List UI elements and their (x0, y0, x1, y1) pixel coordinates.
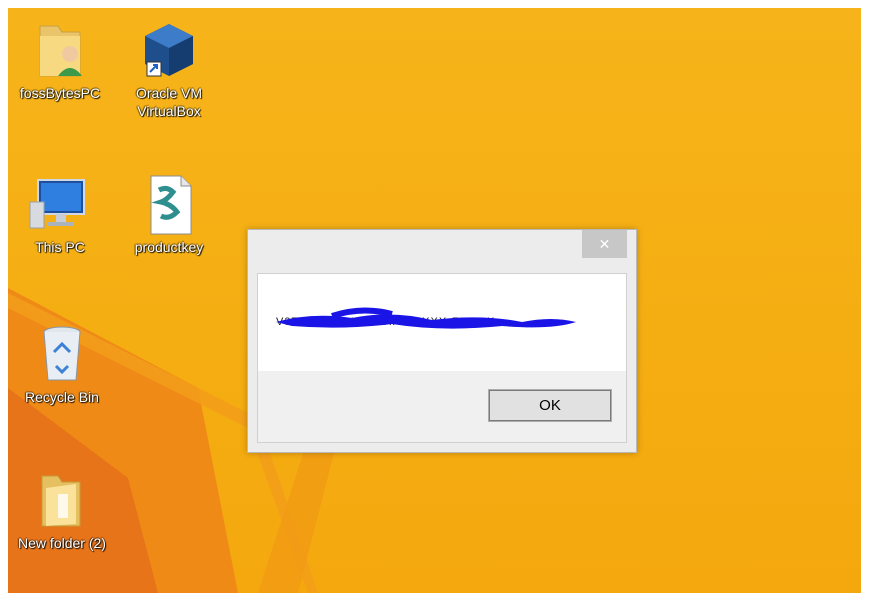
desktop-icon-label: fossBytesPC (19, 85, 101, 101)
desktop-icon-label: Recycle Bin (25, 389, 99, 405)
dialog-content: V3TH-XXXXX-XXXXX-XXXXX-FHDGK OK (257, 273, 627, 443)
folder-icon (41, 475, 81, 527)
message-area: V3TH-XXXXX-XXXXX-XXXXX-FHDGK (258, 274, 626, 371)
desktop-icon-label: productkey (134, 239, 204, 255)
desktop-icon-label: Oracle VM VirtualBox (135, 85, 203, 119)
desktop-icon-fossbytespc[interactable]: fossBytesPC (12, 18, 108, 102)
virtualbox-icon (145, 24, 193, 77)
desktop: fossBytesPC Oracle VM VirtualBox This PC (8, 8, 861, 593)
ok-button[interactable]: OK (488, 389, 612, 422)
user-folder-icon (39, 25, 82, 77)
desktop-icon-new-folder[interactable]: New folder (2) (14, 468, 110, 552)
close-icon: ✕ (598, 235, 611, 252)
desktop-icon-productkey[interactable]: productkey (121, 172, 217, 256)
computer-icon (29, 179, 85, 229)
desktop-icon-this-pc[interactable]: This PC (12, 172, 108, 256)
script-file-icon (150, 175, 192, 235)
desktop-icon-label: This PC (35, 239, 85, 255)
message-dialog: ✕ V3TH-XXXXX-XXXXX-XXXXX-FHDGK OK (247, 229, 637, 453)
redaction-scribble (276, 307, 576, 329)
desktop-icon-label: New folder (2) (18, 535, 106, 551)
recycle-bin-icon (43, 326, 81, 381)
close-button[interactable]: ✕ (582, 230, 627, 258)
desktop-icon-recycle-bin[interactable]: Recycle Bin (14, 322, 110, 406)
desktop-icon-virtualbox[interactable]: Oracle VM VirtualBox (121, 18, 217, 120)
